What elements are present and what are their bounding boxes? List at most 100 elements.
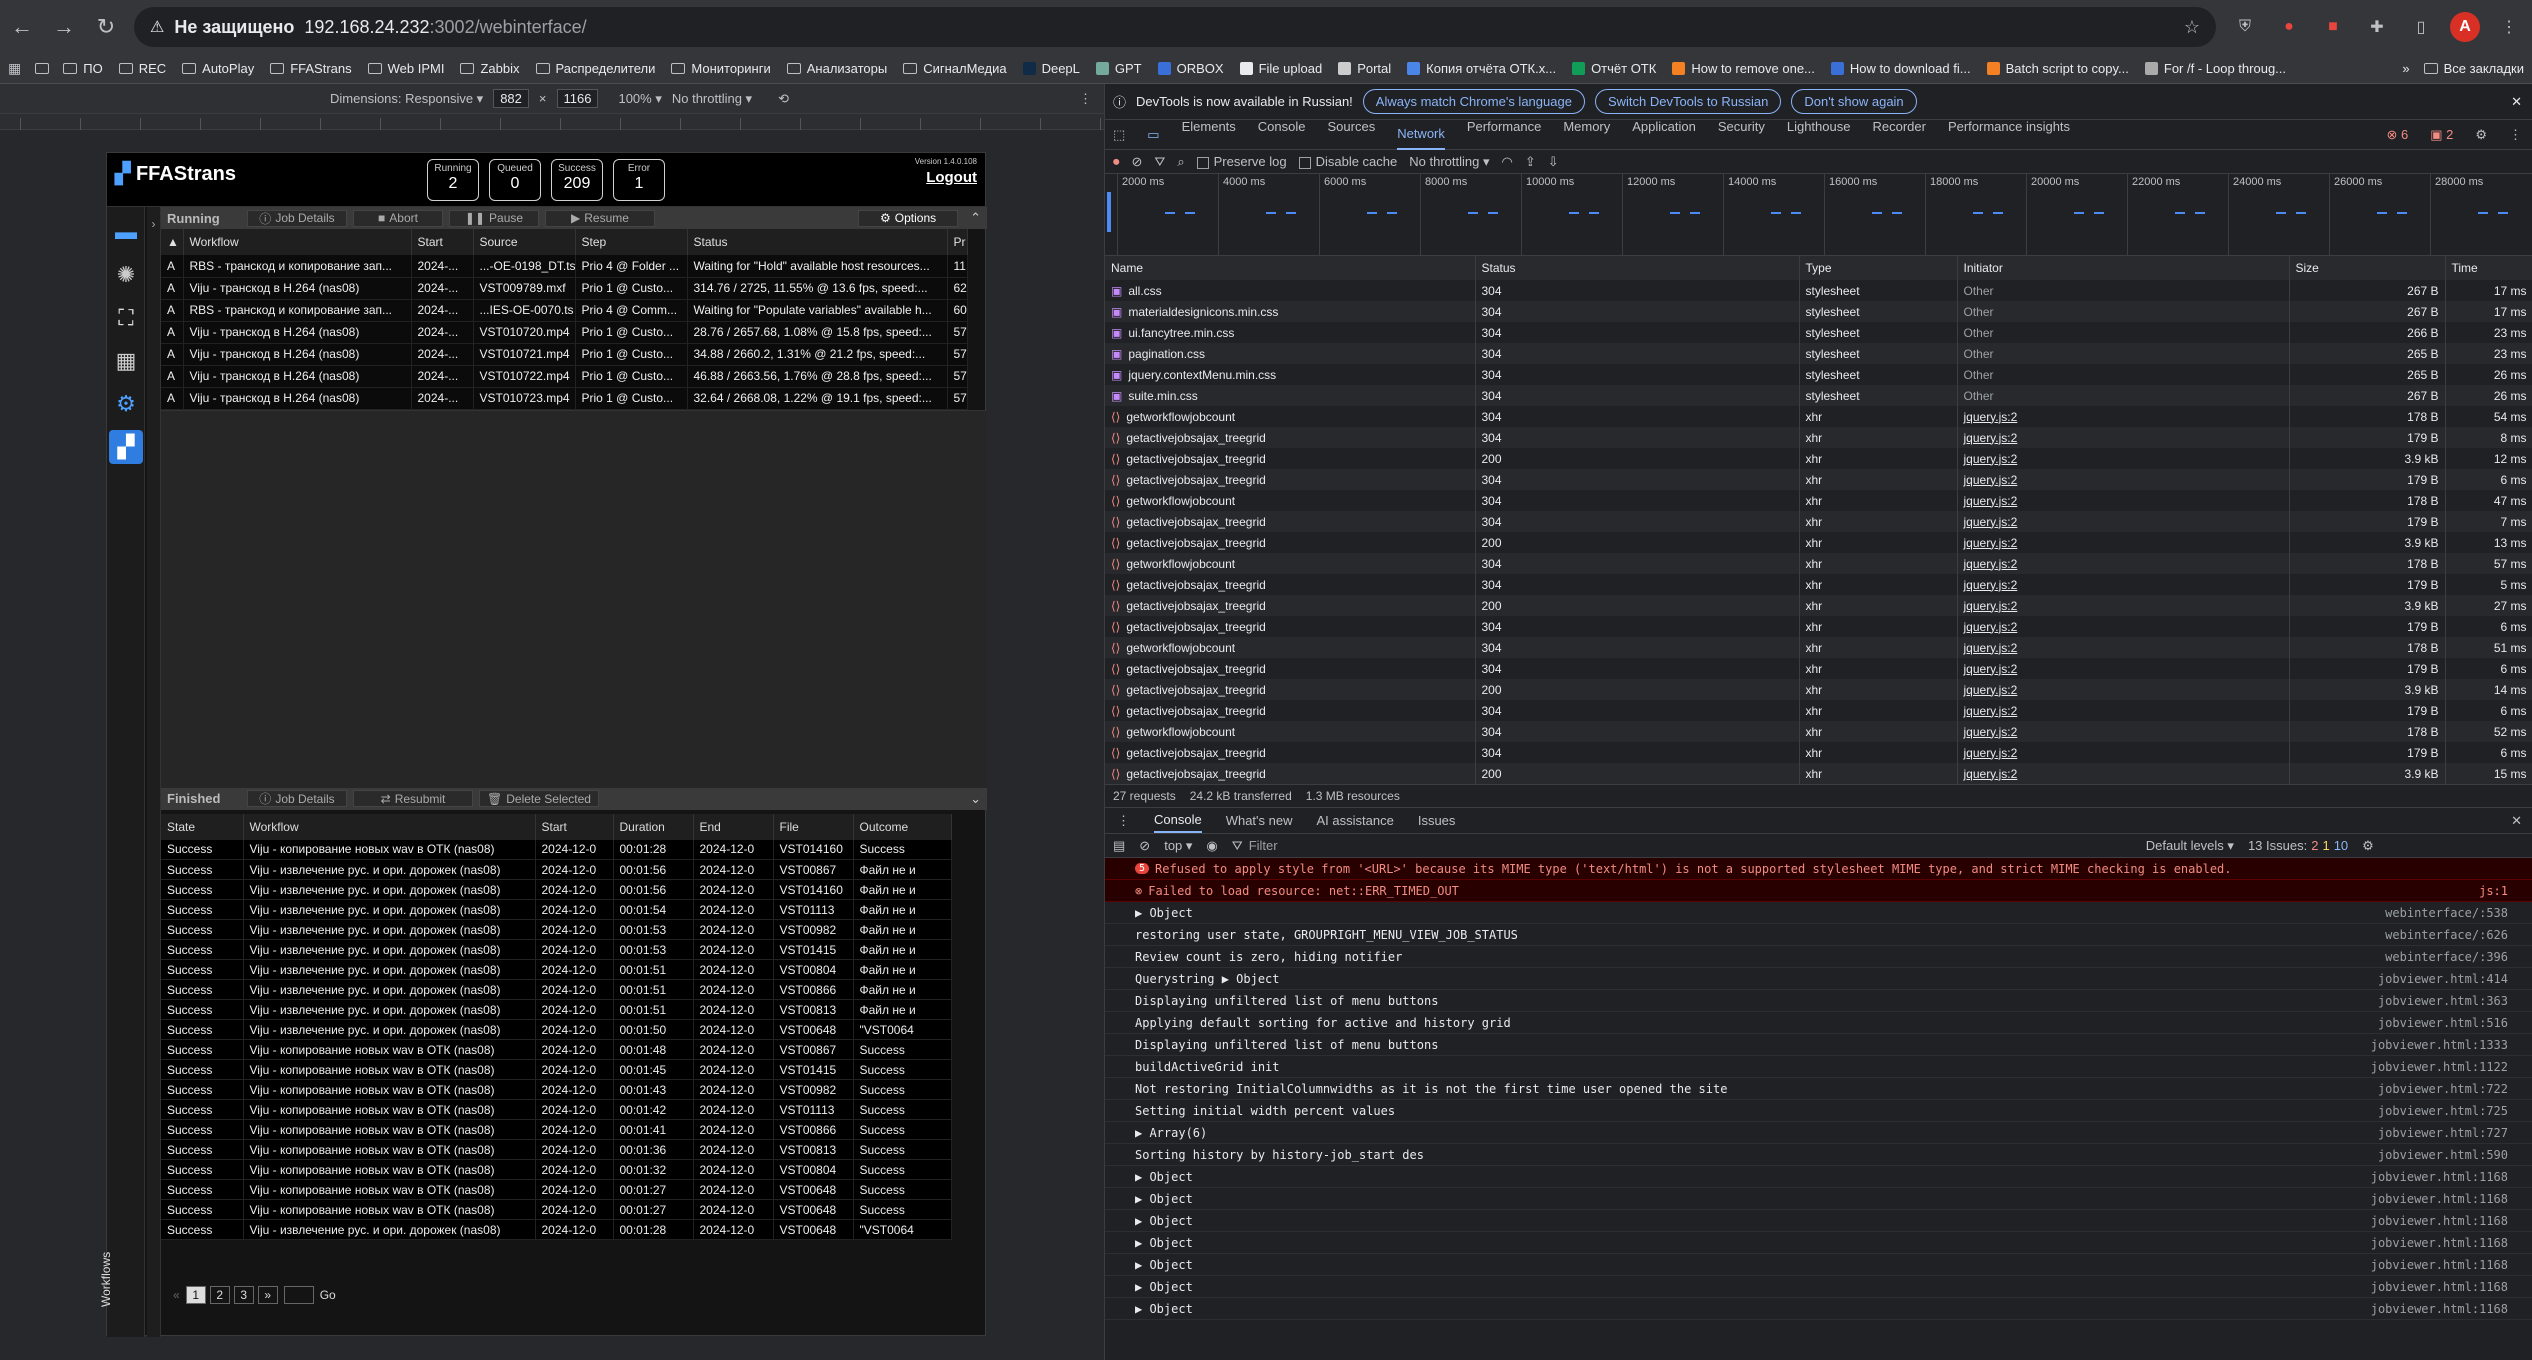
preserve-log-checkbox[interactable]: Preserve log xyxy=(1196,154,1287,169)
table-row[interactable]: ⟨⟩ getactivejobsajax_treegrid 304 xhr jquery… xyxy=(1105,616,2532,637)
bookmark-item[interactable]: For /f - Loop throug... xyxy=(2144,61,2286,76)
table-row[interactable]: Success Viju - копирование новых wav в ОТ… xyxy=(161,1059,952,1080)
console-message[interactable]: ▶ Object jobviewer.html:1168 xyxy=(1105,1188,2532,1210)
bookmark-item[interactable]: Отчёт ОТК xyxy=(1572,61,1656,76)
table-row[interactable]: A Viju - транскод в H.264 (nas08) 2024-...… xyxy=(161,387,968,410)
counter-running[interactable]: Running 2 xyxy=(427,159,479,201)
page-button[interactable]: » xyxy=(257,1286,278,1304)
table-row[interactable]: Success Viju - копирование новых wav в ОТ… xyxy=(161,839,952,860)
tab-memory[interactable]: Memory xyxy=(1563,119,1610,150)
message-source-link[interactable]: jobviewer.html:1168 xyxy=(2371,1214,2508,1228)
finished-col-header[interactable]: State xyxy=(161,813,244,840)
console-message[interactable]: ▶ Object jobviewer.html:1168 xyxy=(1105,1276,2532,1298)
go-button[interactable]: Go xyxy=(320,1288,336,1302)
console-message[interactable]: restoring user state, GROUPRIGHT_MENU_VI… xyxy=(1105,924,2532,946)
reload-icon[interactable]: ↻ xyxy=(92,14,120,40)
warning-count[interactable]: ▣ 2 xyxy=(2430,127,2453,143)
tab-lighthouse[interactable]: Lighthouse xyxy=(1787,119,1851,150)
table-row[interactable]: Success Viju - извлечение рус. и ори. дор… xyxy=(161,939,952,960)
extension-red-icon[interactable]: ● xyxy=(2274,12,2304,42)
tab-elements[interactable]: Elements xyxy=(1182,119,1236,150)
table-row[interactable]: ⟨⟩ getactivejobsajax_treegrid 304 xhr jquery… xyxy=(1105,700,2532,721)
table-row[interactable]: ⟨⟩ getactivejobsajax_treegrid 200 xhr jquery… xyxy=(1105,448,2532,469)
console-message[interactable]: Displaying unfiltered list of menu butto… xyxy=(1105,990,2532,1012)
bookmark-folder[interactable] xyxy=(35,63,50,74)
running-col-header[interactable]: Step xyxy=(575,229,688,255)
bookmark-item[interactable]: How to download fi... xyxy=(1830,61,1971,76)
throttle-select[interactable]: No throttling ▾ xyxy=(672,91,752,107)
net-col-header[interactable]: Initiator xyxy=(1957,256,2290,280)
table-row[interactable]: A RBS - транскод и копирование зап... 2024… xyxy=(161,255,968,278)
zoom-select[interactable]: 100% ▾ xyxy=(618,91,661,107)
film-reel-icon[interactable]: ✺ xyxy=(109,258,143,292)
finished-col-header[interactable]: End xyxy=(693,813,774,840)
tab-console[interactable]: Console xyxy=(1258,119,1306,150)
puzzle-icon[interactable]: ✚ xyxy=(2362,12,2392,42)
devtools-more-icon[interactable]: ⋮ xyxy=(2509,127,2522,143)
table-row[interactable]: Success Viju - копирование новых wav в ОТ… xyxy=(161,1179,952,1200)
finished-col-header[interactable]: Workflow xyxy=(243,813,536,840)
tab-network[interactable]: Network xyxy=(1397,119,1445,150)
table-row[interactable]: A Viju - транскод в H.264 (nas08) 2024-...… xyxy=(161,365,968,388)
bookmark-item[interactable]: DeepL xyxy=(1022,61,1080,76)
console-message[interactable]: ▶ Object jobviewer.html:1168 xyxy=(1105,1166,2532,1188)
net-col-header[interactable]: Status xyxy=(1475,256,1800,280)
table-row[interactable]: ⟨⟩ getactivejobsajax_treegrid 304 xhr jquery… xyxy=(1105,658,2532,679)
network-throttle-select[interactable]: No throttling ▾ xyxy=(1409,154,1489,170)
table-row[interactable]: ⟨⟩ getworkflowjobcount 304 xhr jquery.js:2 17… xyxy=(1105,637,2532,658)
tab-performance-insights[interactable]: Performance insights xyxy=(1948,119,2070,150)
job-tree-icon[interactable]: ⛶ xyxy=(109,301,143,335)
height-input[interactable]: 1166 xyxy=(556,89,599,108)
table-row[interactable]: Success Viju - копирование новых wav в ОТ… xyxy=(161,1139,952,1160)
console-settings-icon[interactable]: ⚙ xyxy=(2362,838,2374,854)
message-source-link[interactable]: jobviewer.html:1168 xyxy=(2371,1170,2508,1184)
drawer-close-icon[interactable]: ✕ xyxy=(2511,813,2522,829)
table-row[interactable]: ⟨⟩ getactivejobsajax_treegrid 304 xhr jquery… xyxy=(1105,469,2532,490)
tab-ai-assistance[interactable]: AI assistance xyxy=(1317,813,1394,828)
message-source-link[interactable]: jobviewer.html:414 xyxy=(2378,972,2508,986)
table-row[interactable]: Success Viju - извлечение рус. и ори. дор… xyxy=(161,879,952,900)
export-icon[interactable]: ⇩ xyxy=(1548,154,1559,170)
tab-sources[interactable]: Sources xyxy=(1328,119,1376,150)
table-row[interactable]: ⟨⟩ getactivejobsajax_treegrid 200 xhr jquery… xyxy=(1105,763,2532,784)
resubmit-button[interactable]: ⇄ Resubmit xyxy=(353,790,473,807)
sort-icon[interactable]: ▲ xyxy=(161,229,184,255)
message-source-link[interactable]: jobviewer.html:722 xyxy=(2378,1082,2508,1096)
bookmark-item[interactable]: Анализаторы xyxy=(786,61,887,76)
tab-performance[interactable]: Performance xyxy=(1467,119,1541,150)
console-message[interactable]: buildActiveGrid init jobviewer.html:1122 xyxy=(1105,1056,2532,1078)
options-button[interactable]: ⚙ Options xyxy=(858,209,959,227)
message-source-link[interactable]: jobviewer.html:725 xyxy=(2378,1104,2508,1118)
clear-icon[interactable]: ⊘ xyxy=(1132,154,1143,170)
message-source-link[interactable]: jobviewer.html:590 xyxy=(2378,1148,2508,1162)
message-source-link[interactable]: jobviewer.html:1122 xyxy=(2371,1060,2508,1074)
search-icon[interactable]: ⌕ xyxy=(1177,154,1184,170)
gear-icon[interactable]: ⚙ xyxy=(109,387,143,421)
console-message[interactable]: Displaying unfiltered list of menu butto… xyxy=(1105,1034,2532,1056)
message-source-link[interactable]: webinterface/:396 xyxy=(2385,950,2508,964)
message-source-link[interactable]: webinterface/:626 xyxy=(2385,928,2508,942)
shield-extension-icon[interactable]: ⛨ xyxy=(2230,12,2260,42)
message-source-link[interactable]: jobviewer.html:1333 xyxy=(2371,1038,2508,1052)
filter-icon[interactable]: ⛛ xyxy=(1154,154,1165,170)
table-row[interactable]: ⟨⟩ getactivejobsajax_treegrid 200 xhr jquery… xyxy=(1105,679,2532,700)
console-error[interactable]: ⊗ Failed to load resource: net::ERR_TIMED… xyxy=(1105,880,2532,902)
bookmark-item[interactable]: How to remove one... xyxy=(1672,61,1815,76)
pause-button[interactable]: ❚❚ Pause xyxy=(449,209,539,227)
bookmark-item[interactable]: Zabbix xyxy=(460,61,520,76)
ffastrans-icon[interactable]: ▞ xyxy=(109,430,143,464)
counter-success[interactable]: Success 209 xyxy=(551,159,603,201)
table-row[interactable]: ⟨⟩ getactivejobsajax_treegrid 304 xhr jquery… xyxy=(1105,742,2532,763)
bookmark-item[interactable]: Batch script to copy... xyxy=(1986,61,2129,76)
table-row[interactable]: Success Viju - извлечение рус. и ори. дор… xyxy=(161,1219,952,1240)
console-message[interactable]: ▶ Object jobviewer.html:1168 xyxy=(1105,1254,2532,1276)
error-count[interactable]: ⊗ 6 xyxy=(2386,127,2408,143)
finished-col-header[interactable]: Start xyxy=(535,813,614,840)
tab-recorder[interactable]: Recorder xyxy=(1872,119,1925,150)
table-row[interactable]: Success Viju - извлечение рус. и ори. дор… xyxy=(161,1019,952,1040)
context-select[interactable]: top ▾ xyxy=(1164,838,1192,854)
table-row[interactable]: Success Viju - копирование новых wav в ОТ… xyxy=(161,1199,952,1220)
bookmark-item[interactable]: Portal xyxy=(1338,61,1391,76)
message-source-link[interactable]: webinterface/:538 xyxy=(2385,906,2508,920)
page-button[interactable]: 1 xyxy=(185,1286,206,1304)
